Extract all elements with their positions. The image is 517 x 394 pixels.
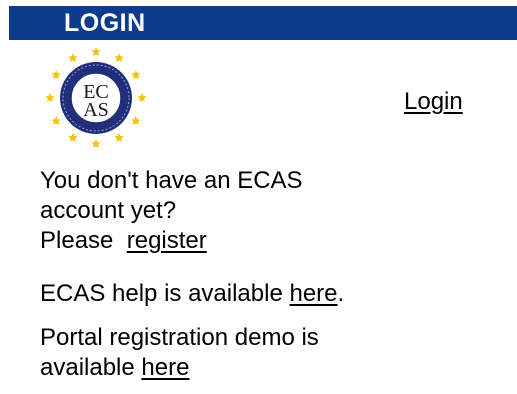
- register-text-prefix: Please: [40, 227, 114, 254]
- logo-star-icon: [114, 53, 124, 63]
- login-header: LOGIN: [9, 6, 517, 40]
- demo-text-line1: Portal registration demo is: [40, 324, 319, 351]
- demo-link[interactable]: here: [141, 354, 189, 381]
- logo-star-icon: [51, 70, 61, 80]
- logo-star-icon: [131, 70, 141, 80]
- register-paragraph: You don't have an ECAS account yet? Please…: [40, 166, 303, 256]
- login-link[interactable]: Login: [404, 87, 463, 117]
- logo-star-icon: [51, 116, 61, 126]
- logo-star-icon: [68, 53, 78, 63]
- logo-star-icon: [131, 116, 141, 126]
- help-text-prefix: ECAS help is available: [40, 280, 290, 307]
- demo-text-prefix: available: [40, 354, 142, 381]
- ecas-logo-icon: EC AS: [45, 47, 147, 149]
- help-text-suffix: .: [337, 280, 345, 307]
- help-paragraph: ECAS help is available here.: [40, 279, 344, 309]
- demo-paragraph: Portal registration demo is available her…: [40, 323, 319, 383]
- logo-star-icon: [91, 47, 101, 57]
- register-text-line1: You don't have an ECAS: [40, 167, 303, 194]
- logo-text-bottom: AS: [83, 99, 109, 121]
- logo-star-icon: [114, 132, 124, 142]
- register-link[interactable]: register: [127, 227, 207, 254]
- register-text-line2: account yet?: [40, 197, 177, 224]
- header-title: LOGIN: [64, 9, 146, 37]
- help-link[interactable]: here: [289, 280, 337, 307]
- logo-star-icon: [68, 132, 78, 142]
- logo-star-icon: [45, 93, 55, 103]
- logo-star-icon: [91, 139, 101, 149]
- logo-star-icon: [137, 93, 147, 103]
